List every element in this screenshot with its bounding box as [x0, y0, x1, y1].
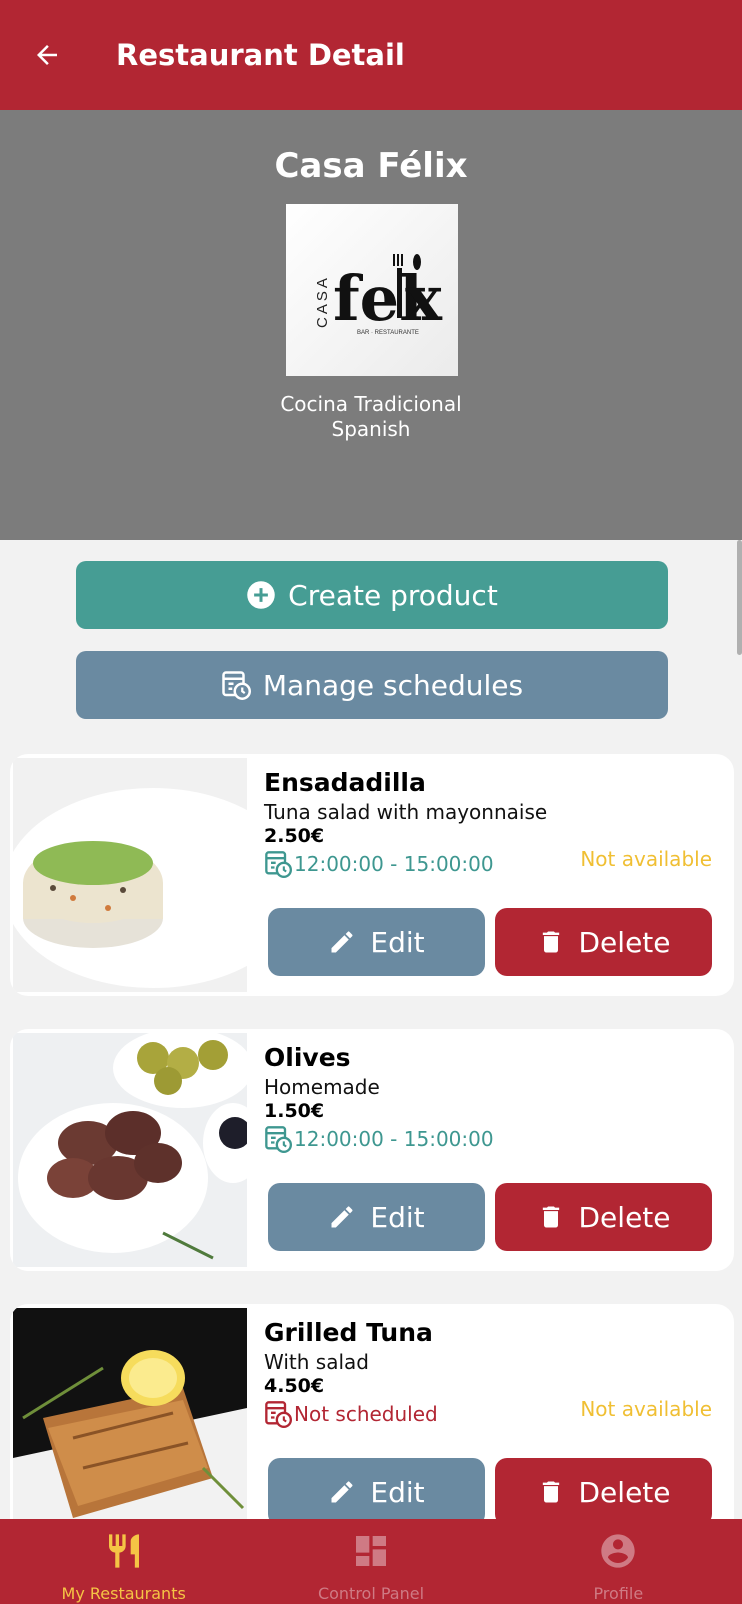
- nav-my-restaurants[interactable]: My Restaurants: [0, 1519, 247, 1604]
- delete-button[interactable]: Delete: [495, 908, 712, 976]
- availability-status: Not available: [580, 1397, 712, 1421]
- restaurant-header: Casa Félix CASA fel x BAR · RESTAURANTE …: [0, 110, 742, 540]
- page-title: Restaurant Detail: [116, 38, 405, 72]
- restaurant-description: Cocina Tradicional: [280, 392, 462, 416]
- back-button[interactable]: [24, 32, 70, 78]
- product-price: 4.50€: [264, 1375, 325, 1397]
- pencil-icon: [328, 1478, 356, 1506]
- product-image: [10, 758, 303, 992]
- trash-icon: [537, 1478, 565, 1506]
- account-circle-icon: [495, 1531, 742, 1571]
- pencil-icon: [328, 1203, 356, 1231]
- product-name: Ensadadilla: [264, 768, 426, 797]
- product-schedule: 12:00:00 - 15:00:00: [264, 850, 494, 878]
- calendar-clock-icon: [264, 850, 292, 878]
- product-image: [13, 1308, 247, 1542]
- product-image: [13, 1029, 263, 1267]
- svg-text:CASA: CASA: [314, 275, 331, 328]
- dashboard-icon: [247, 1531, 494, 1571]
- restaurant-icon: [0, 1531, 247, 1571]
- plus-circle-icon: [246, 580, 276, 610]
- product-name: Grilled Tuna: [264, 1318, 433, 1347]
- product-schedule: 12:00:00 - 15:00:00: [264, 1125, 494, 1153]
- calendar-clock-icon: [264, 1125, 292, 1153]
- product-description: Homemade: [264, 1075, 380, 1099]
- delete-button[interactable]: Delete: [495, 1183, 712, 1251]
- trash-icon: [537, 1203, 565, 1231]
- product-name: Olives: [264, 1043, 351, 1072]
- calendar-clock-icon: [264, 1400, 292, 1428]
- restaurant-name: Casa Félix: [274, 146, 468, 186]
- create-product-button[interactable]: Create product: [76, 561, 668, 629]
- product-price: 2.50€: [264, 825, 325, 847]
- delete-button[interactable]: Delete: [495, 1458, 712, 1526]
- svg-text:x: x: [405, 262, 443, 335]
- scrollbar[interactable]: [737, 540, 742, 655]
- product-card: Ensadadilla Tuna salad with mayonnaise 2…: [10, 754, 734, 996]
- edit-button[interactable]: Edit: [268, 908, 485, 976]
- arrow-left-icon: [37, 45, 57, 65]
- product-description: Tuna salad with mayonnaise: [264, 800, 548, 824]
- product-schedule: Not scheduled: [264, 1400, 438, 1428]
- product-card: Grilled Tuna With salad 4.50€ Not schedu…: [10, 1304, 734, 1546]
- restaurant-logo: CASA fel x BAR · RESTAURANTE: [286, 204, 458, 376]
- availability-status: Not available: [580, 847, 712, 871]
- product-description: With salad: [264, 1350, 369, 1374]
- nav-control-panel[interactable]: Control Panel: [247, 1519, 494, 1604]
- calendar-clock-icon: [221, 670, 251, 700]
- edit-button[interactable]: Edit: [268, 1183, 485, 1251]
- bottom-navigation: My Restaurants Control Panel Profile: [0, 1519, 742, 1604]
- product-price: 1.50€: [264, 1100, 325, 1122]
- manage-schedules-button[interactable]: Manage schedules: [76, 651, 668, 719]
- trash-icon: [537, 928, 565, 956]
- svg-text:BAR · RESTAURANTE: BAR · RESTAURANTE: [357, 330, 419, 336]
- restaurant-category: Spanish: [331, 417, 411, 441]
- app-bar: Restaurant Detail: [0, 0, 742, 110]
- edit-button[interactable]: Edit: [268, 1458, 485, 1526]
- nav-profile[interactable]: Profile: [495, 1519, 742, 1604]
- pencil-icon: [328, 928, 356, 956]
- product-card: Olives Homemade 1.50€ 12:00:00 - 15:00:0…: [10, 1029, 734, 1271]
